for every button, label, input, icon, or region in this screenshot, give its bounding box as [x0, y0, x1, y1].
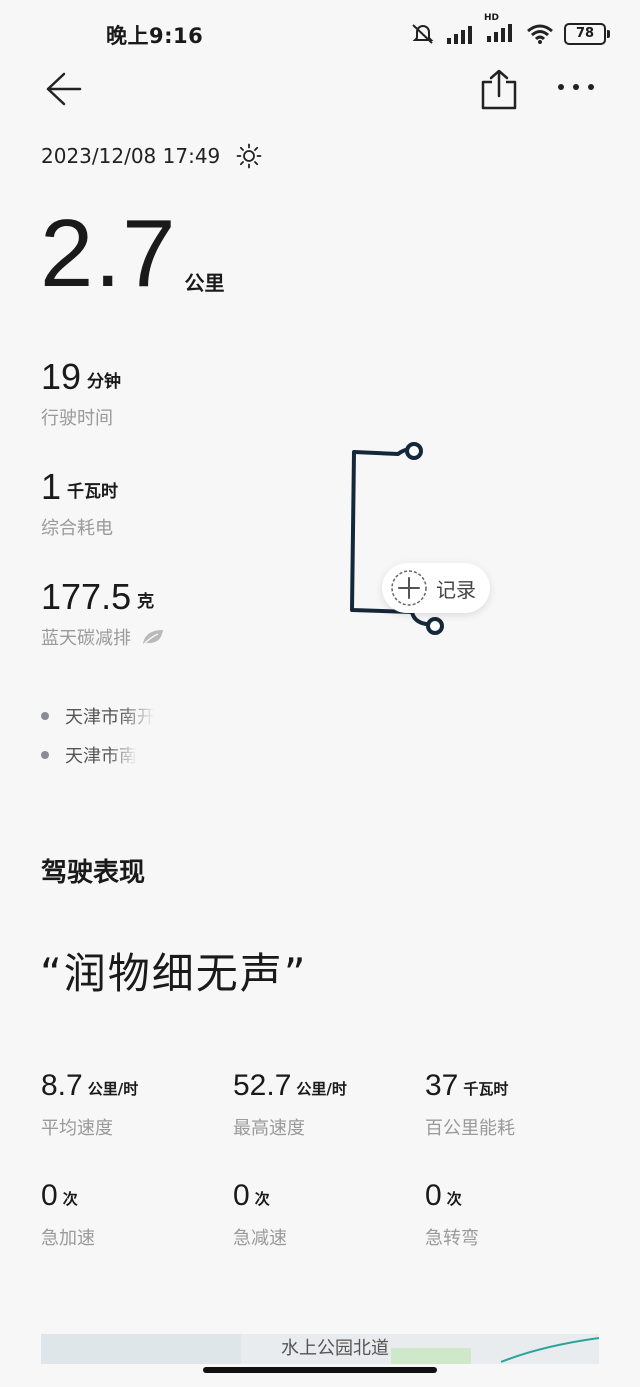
- metric-max-speed: 52.7 公里/时 最高速度: [233, 1070, 347, 1140]
- location-dot: [41, 712, 49, 720]
- metric-energy-per-100km: 37 千瓦时 百公里能耗: [425, 1070, 515, 1140]
- leaf-icon[interactable]: [141, 628, 165, 646]
- trip-distance: 2.7 公里: [40, 206, 224, 302]
- map-preview[interactable]: 水上公园北道: [41, 1334, 599, 1364]
- metric-value: 0: [41, 1179, 58, 1212]
- stat-unit: 千瓦时: [67, 482, 119, 502]
- route-start-marker: [405, 442, 423, 460]
- home-indicator[interactable]: [203, 1367, 437, 1373]
- distance-unit: 公里: [184, 271, 225, 295]
- stat-energy-used: 1 千瓦时 综合耗电: [41, 468, 118, 540]
- map-block: [41, 1334, 241, 1364]
- metric-label: 急减速: [233, 1228, 287, 1249]
- status-time: 晚上9:16: [106, 24, 204, 48]
- metric-hard-accel: 0次 急加速: [41, 1180, 95, 1250]
- location-text: 天津市南: [65, 746, 137, 767]
- location-start[interactable]: 天津市南开: [41, 703, 155, 729]
- metric-value: 8.7: [41, 1069, 83, 1102]
- metric-unit: 公里/时: [87, 1080, 139, 1098]
- metric-label: 平均速度: [41, 1118, 113, 1139]
- section-title-performance: 驾驶表现: [41, 858, 146, 888]
- signal-icon: [447, 26, 472, 44]
- metric-unit: 次: [254, 1190, 270, 1208]
- mute-bell-icon: [412, 24, 434, 44]
- trip-datetime: 2023/12/08 17:49: [41, 144, 221, 168]
- metric-unit: 次: [62, 1190, 78, 1208]
- more-horizontal-icon[interactable]: [556, 82, 596, 92]
- stat-label: 综合耗电: [41, 518, 113, 539]
- hd-badge: HD: [484, 13, 500, 23]
- stat-value: 19: [41, 356, 82, 397]
- stat-value: 177.5: [41, 576, 132, 617]
- map-park: [391, 1348, 471, 1364]
- stat-label: 行驶时间: [41, 408, 113, 429]
- metric-value: 0: [425, 1179, 442, 1212]
- stat-value: 1: [41, 466, 62, 507]
- stat-drive-time: 19 分钟 行驶时间: [41, 358, 121, 430]
- metric-unit: 次: [446, 1190, 462, 1208]
- wifi-icon: [527, 24, 553, 44]
- nav-bar: [0, 66, 640, 116]
- metric-unit: 公里/时: [296, 1080, 347, 1098]
- signal-hd-group: HD: [484, 13, 516, 46]
- route-end-marker: [426, 617, 444, 635]
- sun-icon: [236, 143, 262, 169]
- location-dot: [41, 751, 49, 759]
- metric-value: 37: [425, 1069, 459, 1102]
- distance-value: 2.7: [40, 200, 177, 307]
- map-road-label: 水上公园北道: [281, 1338, 389, 1359]
- metric-value: 52.7: [233, 1069, 292, 1102]
- metric-sharp-turn: 0次 急转弯: [425, 1180, 479, 1250]
- metric-unit: 千瓦时: [463, 1080, 509, 1098]
- signal-hd-icon: [487, 24, 512, 42]
- metric-value: 0: [233, 1179, 250, 1212]
- map-route-line: [501, 1337, 599, 1363]
- stat-carbon-reduction: 177.5 克 蓝天碳减排: [41, 578, 165, 650]
- metric-hard-brake: 0次 急减速: [233, 1180, 287, 1250]
- battery-indicator: 78: [564, 23, 610, 45]
- location-end[interactable]: 天津市南: [41, 742, 137, 768]
- metric-label: 急加速: [41, 1228, 95, 1249]
- status-bar: 晚上9:16 HD 78: [0, 0, 640, 70]
- stat-unit: 克: [137, 592, 155, 612]
- plus-circle-icon: [391, 570, 427, 606]
- arrow-left-icon[interactable]: [44, 70, 82, 108]
- status-icons: HD 78: [410, 13, 610, 46]
- metric-label: 百公里能耗: [425, 1118, 515, 1139]
- trip-date-row: 2023/12/08 17:49: [41, 143, 262, 169]
- performance-quote: “润物细无声”: [40, 949, 308, 998]
- record-button-label: 记录: [436, 577, 476, 602]
- stat-unit: 分钟: [87, 372, 122, 392]
- metric-avg-speed: 8.7 公里/时 平均速度: [41, 1070, 138, 1140]
- location-text: 天津市南开: [65, 707, 155, 728]
- metric-label: 最高速度: [233, 1118, 305, 1139]
- metric-label: 急转弯: [425, 1228, 479, 1249]
- share-icon[interactable]: [480, 68, 518, 110]
- stat-label: 蓝天碳减排: [41, 628, 131, 649]
- record-button[interactable]: 记录: [382, 563, 490, 613]
